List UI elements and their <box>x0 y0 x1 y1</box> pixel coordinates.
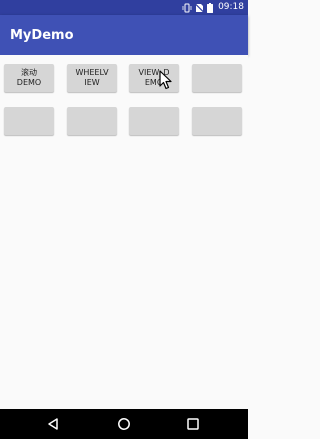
empty-button-8[interactable] <box>192 107 242 135</box>
scroll-demo-button[interactable]: 滚动 DEMO <box>4 64 54 92</box>
wheelview-button[interactable]: WHEELV IEW <box>67 64 117 92</box>
vibrate-icon <box>182 3 192 13</box>
empty-button-5[interactable] <box>4 107 54 135</box>
status-bar: 09:18 <box>0 0 248 15</box>
back-icon[interactable] <box>44 415 62 433</box>
content-area: 滚动 DEMO WHEELV IEW VIEW_D EMO <box>0 55 248 409</box>
button-label: WHEELV IEW <box>75 68 109 87</box>
no-sim-icon <box>195 2 205 13</box>
battery-icon <box>207 2 214 13</box>
navigation-bar <box>0 409 248 439</box>
status-time: 09:18 <box>218 2 244 12</box>
status-icons: 09:18 <box>182 1 244 14</box>
empty-button-7[interactable] <box>129 107 179 135</box>
app-title: MyDemo <box>10 28 74 43</box>
button-label: 滚动 DEMO <box>16 68 42 87</box>
button-label: VIEW_D EMO <box>138 68 170 87</box>
empty-button-6[interactable] <box>67 107 117 135</box>
recents-icon[interactable] <box>184 415 202 433</box>
home-icon[interactable] <box>115 415 133 433</box>
view-demo-button[interactable]: VIEW_D EMO <box>129 64 179 92</box>
app-bar: MyDemo <box>0 15 248 55</box>
empty-button-4[interactable] <box>192 64 242 92</box>
